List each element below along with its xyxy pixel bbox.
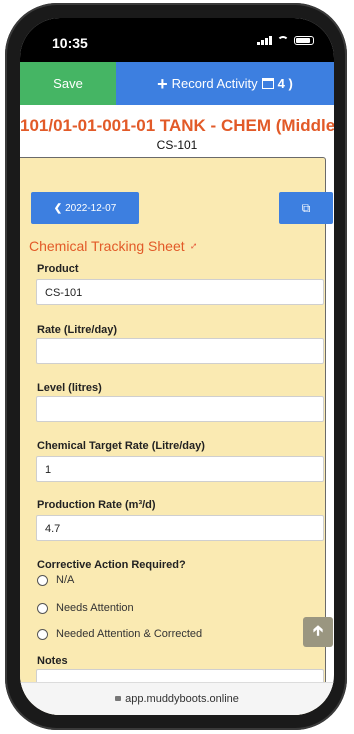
corrective-label: Corrective Action Required? [37,559,186,571]
compress-icon[interactable]: ↕ [187,240,199,252]
level-label: Level (litres) [37,382,102,394]
radio-label: Needs Attention [56,602,134,614]
notes-label: Notes [37,655,68,667]
calendar-icon [261,78,274,89]
radio-button[interactable] [37,628,48,640]
scroll-to-top-button[interactable]: 🡱 [303,617,333,647]
radio-label: Needed Attention & Corrected [56,628,203,640]
sheet-title-text: Chemical Tracking Sheet [29,238,185,254]
record-activity-button[interactable]: + Record Activity 4 ) [116,62,334,105]
record-count: 4 ) [277,76,293,91]
status-icons [257,35,314,45]
previous-date-button[interactable]: ❮ 2022-12-07 [31,192,139,224]
copy-icon: ⧉ [301,200,311,215]
wifi-icon [277,35,289,45]
date-label: 2022-12-07 [65,202,117,214]
phone-mockup: 10:35 Save + Record Activity 4 ) 101/01-… [0,0,354,734]
radio-button[interactable] [37,602,48,614]
url-display[interactable]: app.muddyboots.online [20,693,334,705]
radio-option-na[interactable]: N/A [37,574,74,586]
radio-label: N/A [56,574,75,586]
sheet-title: Chemical Tracking Sheet ↕ [29,238,200,254]
save-button[interactable]: Save [20,62,116,105]
record-activity-label: Record Activity [171,76,258,91]
notch [108,18,248,48]
browser-address-bar[interactable]: app.muddyboots.online [20,682,334,715]
top-action-bar: Save + Record Activity 4 ) [20,62,334,105]
tracking-sheet-card: ❮ 2022-12-07 ⧉ Chemical Tracking Sheet ↕… [20,157,333,715]
lock-icon [115,696,122,701]
copy-button[interactable]: ⧉ [279,192,333,224]
radio-option-needs-attention[interactable]: Needs Attention [37,602,134,614]
battery-icon [294,35,314,45]
level-input[interactable] [36,396,324,422]
rate-input[interactable] [36,338,324,364]
arrow-up-icon: 🡱 [312,622,324,638]
plus-icon: + [157,73,168,94]
page-title: 101/01-01-001-01 TANK - CHEM (Middle) [20,116,334,135]
chevron-left-icon: ❮ [53,202,63,214]
rate-label: Rate (Litre/day) [37,324,118,336]
product-label: Product [37,263,79,275]
radio-button[interactable] [37,574,48,586]
page-subtitle: CS-101 [156,138,198,152]
product-input[interactable]: CS-101 [36,279,324,305]
production-rate-label: Production Rate (m³/d) [37,499,156,511]
status-time: 10:35 [52,35,88,51]
phone-screen: 10:35 Save + Record Activity 4 ) 101/01-… [20,18,334,715]
url-text: app.muddyboots.online [125,693,239,705]
radio-option-corrected[interactable]: Needed Attention & Corrected [37,628,202,640]
status-bar: 10:35 [20,18,334,62]
target-rate-label: Chemical Target Rate (Litre/day) [37,440,205,452]
signal-icon [257,35,272,45]
production-rate-input[interactable]: 4.7 [36,515,324,541]
target-rate-input[interactable]: 1 [36,456,324,482]
